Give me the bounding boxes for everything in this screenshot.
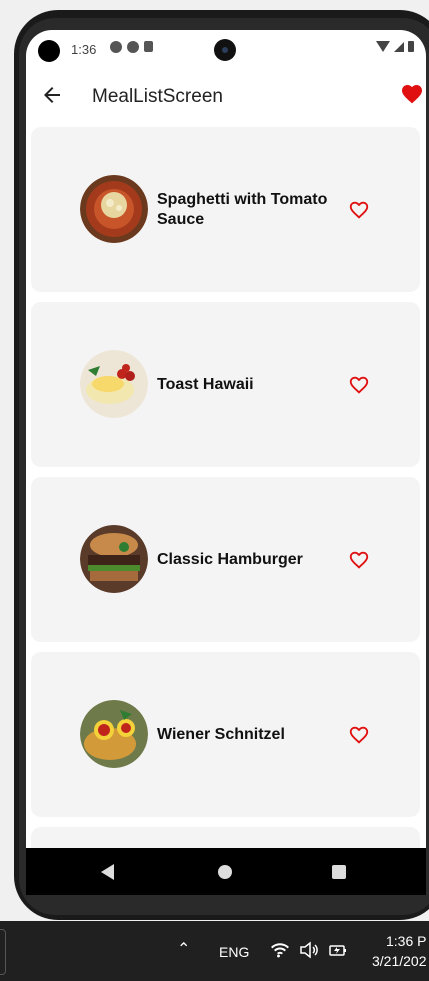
status-time: 1:36 — [71, 42, 97, 57]
meal-name: Toast Hawaii — [157, 376, 254, 393]
battery-charging-icon[interactable] — [328, 941, 348, 959]
meal-card[interactable]: Wiener Schnitzel — [31, 652, 420, 817]
taskbar-edge-button[interactable] — [0, 929, 6, 975]
meal-name: Wiener Schnitzel — [157, 726, 285, 743]
speaker-icon[interactable] — [299, 941, 319, 959]
system-status-icons — [376, 41, 414, 52]
tray-icons — [270, 941, 348, 959]
favorite-outline-icon[interactable] — [348, 374, 370, 396]
wifi-icon[interactable] — [270, 941, 290, 959]
favorite-outline-icon[interactable] — [348, 724, 370, 746]
status-bar: 1:36 — [26, 30, 426, 70]
clock-date[interactable]: 3/21/202 — [372, 953, 427, 969]
clock-time[interactable]: 1:36 P — [386, 933, 426, 949]
nav-home-icon[interactable] — [218, 865, 232, 879]
nav-recents-icon[interactable] — [332, 865, 346, 879]
android-nav-bar — [26, 848, 426, 895]
meal-card[interactable]: Classic Hamburger — [31, 477, 420, 642]
language-indicator[interactable]: ENG — [219, 944, 249, 960]
meal-name: Spaghetti with Tomato Sauce — [157, 191, 328, 228]
favorite-outline-icon[interactable] — [348, 199, 370, 221]
camera-cutout-left — [38, 40, 60, 62]
back-arrow-icon[interactable] — [40, 83, 66, 109]
notification-icon-b — [127, 41, 139, 53]
meal-name: Classic Hamburger — [157, 551, 303, 568]
windows-taskbar: ⌃ ENG 1:36 P 3/21/202 — [0, 921, 429, 981]
meal-thumbnail — [80, 700, 148, 768]
app-bar: MealListScreen — [26, 70, 426, 126]
meal-card[interactable]: Toast Hawaii — [31, 302, 420, 467]
nav-back-icon[interactable] — [101, 864, 114, 880]
phone-screen: 1:36 MealListScreen Spaghetti with Tomat… — [26, 30, 426, 895]
favorite-outline-icon[interactable] — [348, 549, 370, 571]
wifi-icon — [376, 41, 390, 52]
meal-thumbnail — [80, 175, 148, 243]
notification-icons — [110, 41, 153, 53]
meal-card[interactable]: Spaghetti with Tomato Sauce — [31, 127, 420, 292]
favorites-heart-icon[interactable] — [400, 82, 424, 106]
meal-thumbnail — [80, 350, 148, 418]
sd-card-icon — [144, 41, 153, 52]
notification-icon-a — [110, 41, 122, 53]
signal-icon — [394, 41, 404, 52]
page-title: MealListScreen — [92, 86, 223, 107]
chevron-up-icon[interactable]: ⌃ — [177, 939, 190, 959]
front-camera — [214, 39, 236, 61]
meal-thumbnail — [80, 525, 148, 593]
meal-list: Spaghetti with Tomato Sauce Toast Hawaii — [31, 127, 420, 867]
battery-icon — [408, 41, 414, 52]
